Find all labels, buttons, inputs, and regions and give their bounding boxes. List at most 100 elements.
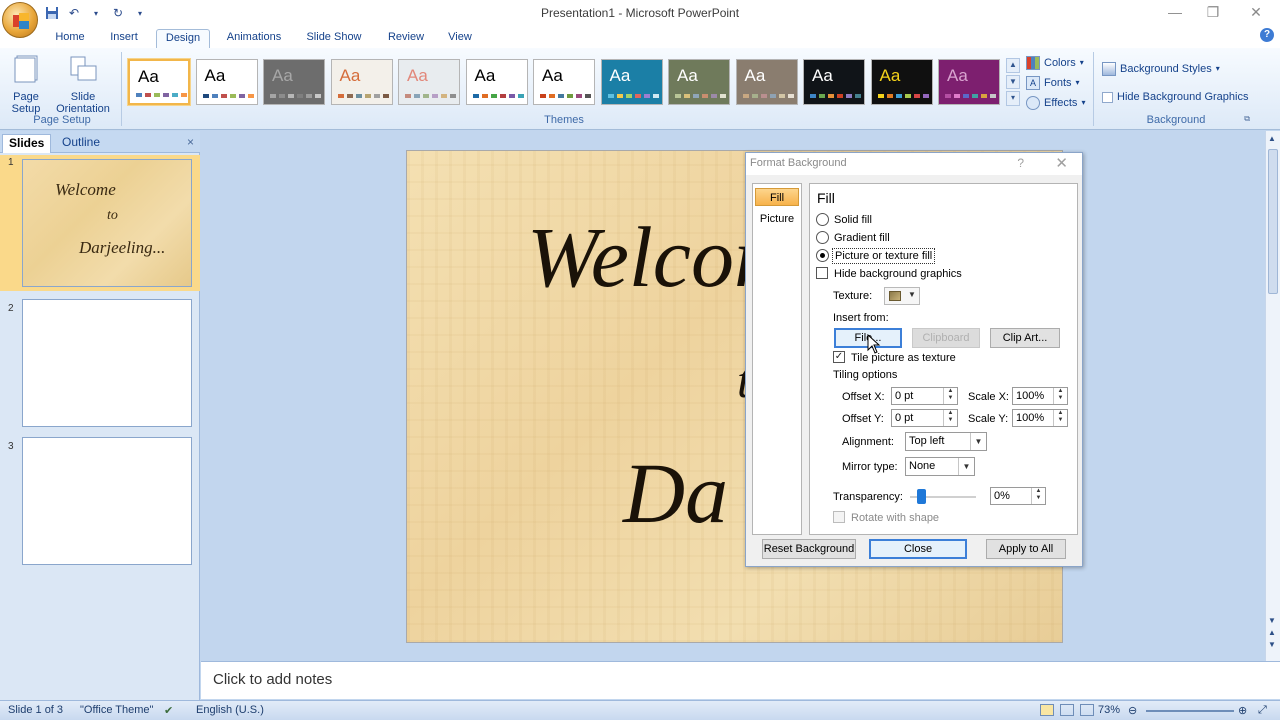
theme-thumbnail[interactable]: Aa — [465, 59, 528, 105]
offset-x-spinner[interactable]: 0 pt ▲ ▼ — [891, 387, 958, 405]
scroll-up-arrow-icon[interactable]: ▲ — [1268, 134, 1276, 143]
reset-background-button[interactable]: Reset Background — [762, 539, 856, 559]
colors-button[interactable]: Colors ▾ — [1026, 54, 1084, 72]
slide-thumbnail-1[interactable]: Welcome to Darjeeling... — [22, 159, 192, 287]
tab-outline[interactable]: Outline — [56, 134, 106, 153]
office-button[interactable] — [2, 2, 38, 38]
slide-text-line[interactable]: Da — [623, 443, 728, 543]
gradient-fill-label[interactable]: Gradient fill — [834, 232, 890, 244]
tab-view[interactable]: View — [440, 29, 480, 48]
texture-picker[interactable]: ▼ — [884, 287, 920, 305]
theme-thumbnail[interactable]: Aa — [128, 59, 190, 105]
slide-thumbnail-row-1[interactable]: 1 Welcome to Darjeeling... — [0, 155, 200, 291]
offset-x-value[interactable]: 0 pt — [895, 390, 913, 402]
previous-slide-icon[interactable]: ▲ — [1268, 628, 1276, 637]
tab-insert[interactable]: Insert — [102, 29, 146, 48]
transparency-slider-thumb[interactable] — [917, 489, 926, 504]
zoom-in-icon[interactable]: ⊕ — [1238, 704, 1247, 717]
zoom-level[interactable]: 73% — [1098, 704, 1120, 716]
nav-fill[interactable]: Fill — [755, 188, 799, 206]
clip-art-button[interactable]: Clip Art... — [990, 328, 1060, 348]
language-status[interactable]: English (U.S.) — [196, 704, 264, 716]
scale-y-value[interactable]: 100% — [1016, 412, 1044, 424]
theme-thumbnail[interactable]: Aa — [938, 59, 1000, 105]
more-icon[interactable]: ▾ — [1006, 91, 1020, 107]
vertical-scrollbar[interactable]: ▲ ▼ ▲ ▼ — [1265, 131, 1280, 661]
hide-graphics-label[interactable]: Hide background graphics — [834, 268, 962, 280]
spinner-arrows-icon[interactable]: ▲ ▼ — [1031, 488, 1045, 504]
theme-thumbnail[interactable]: Aa — [533, 59, 595, 105]
nav-picture[interactable]: Picture — [755, 210, 799, 228]
scroll-down-arrow-icon[interactable]: ▼ — [1268, 616, 1276, 625]
slide-thumbnail-2[interactable] — [22, 299, 192, 427]
normal-view-icon[interactable] — [1040, 704, 1054, 716]
notes-pane[interactable]: Click to add notes — [201, 661, 1280, 699]
theme-thumbnail[interactable]: Aa — [870, 59, 933, 105]
spellcheck-icon[interactable]: ✔ — [164, 704, 173, 717]
tab-slides[interactable]: Slides — [2, 134, 52, 153]
scale-x-spinner[interactable]: 100% ▲ ▼ — [1012, 387, 1068, 405]
theme-thumbnail[interactable]: Aa — [330, 59, 393, 105]
slide-sorter-icon[interactable] — [1060, 704, 1074, 716]
theme-thumbnail[interactable]: Aa — [735, 59, 798, 105]
fonts-button[interactable]: A Fonts ▾ — [1026, 74, 1080, 92]
spinner-arrows-icon[interactable]: ▲ ▼ — [943, 388, 957, 404]
background-styles-button[interactable]: Background Styles ▾ — [1102, 60, 1220, 78]
apply-to-all-button[interactable]: Apply to All — [986, 539, 1066, 559]
help-icon[interactable]: ? — [1260, 28, 1274, 42]
mirror-type-value[interactable]: None — [909, 460, 935, 472]
scroll-up-icon[interactable]: ▲ — [1006, 58, 1020, 73]
slide-thumbnail-row-2[interactable]: 2 — [0, 295, 200, 431]
effects-button[interactable]: Effects ▾ — [1026, 94, 1085, 112]
notes-placeholder[interactable]: Click to add notes — [213, 671, 332, 688]
chevron-down-icon[interactable]: ▼ — [970, 433, 986, 450]
theme-thumbnail[interactable]: Aa — [263, 59, 325, 105]
chevron-down-icon[interactable]: ▼ — [958, 458, 974, 475]
fit-slide-icon[interactable]: ⤢ — [1258, 704, 1267, 717]
theme-thumbnail[interactable]: Aa — [398, 59, 460, 105]
dialog-help-icon[interactable]: ? — [1017, 156, 1024, 170]
spinner-arrows-icon[interactable]: ▲ ▼ — [1053, 388, 1067, 404]
dialog-launcher-icon[interactable]: ⧉ — [1244, 114, 1250, 124]
dialog-close-icon[interactable]: ✕ — [1055, 154, 1068, 172]
transparency-spinner[interactable]: 0% ▲ ▼ — [990, 487, 1046, 505]
slide-orientation-button[interactable]: Slide Orientation — [50, 54, 116, 115]
zoom-slider[interactable] — [1146, 710, 1234, 712]
restore-button[interactable]: ❐ — [1193, 2, 1233, 22]
page-setup-button[interactable]: Page Setup — [6, 54, 46, 115]
offset-y-spinner[interactable]: 0 pt ▲ ▼ — [891, 409, 958, 427]
picture-fill-radio[interactable] — [816, 249, 829, 262]
theme-thumbnail[interactable]: Aa — [668, 59, 730, 105]
spinner-arrows-icon[interactable]: ▲ ▼ — [943, 410, 957, 426]
close-button[interactable]: Close — [869, 539, 967, 559]
mirror-type-select[interactable]: None ▼ — [905, 457, 975, 476]
tab-review[interactable]: Review — [380, 29, 432, 48]
hide-graphics-checkbox[interactable] — [816, 267, 828, 279]
zoom-out-icon[interactable]: ⊖ — [1128, 704, 1137, 717]
tab-design[interactable]: Design — [156, 29, 210, 48]
alignment-select[interactable]: Top left ▼ — [905, 432, 987, 451]
rotate-with-shape-checkbox[interactable] — [833, 511, 845, 523]
theme-thumbnail[interactable]: Aa — [803, 59, 865, 105]
offset-y-value[interactable]: 0 pt — [895, 412, 913, 424]
transparency-value[interactable]: 0% — [994, 490, 1010, 502]
close-pane-icon[interactable]: × — [187, 135, 194, 149]
tile-checkbox[interactable]: ✓ — [833, 351, 845, 363]
scrollbar-thumb[interactable] — [1268, 149, 1278, 294]
clipboard-button[interactable]: Clipboard — [912, 328, 980, 348]
slide-show-icon[interactable] — [1080, 704, 1094, 716]
theme-thumbnail[interactable]: Aa — [195, 59, 258, 105]
picture-fill-label[interactable]: Picture or texture fill — [832, 248, 936, 264]
hide-background-graphics-check[interactable] — [1102, 91, 1113, 103]
alignment-value[interactable]: Top left — [909, 435, 944, 447]
gradient-fill-radio[interactable] — [816, 231, 829, 244]
scroll-down-icon[interactable]: ▼ — [1006, 74, 1020, 90]
slide-thumbnail-row-3[interactable]: 3 — [0, 433, 200, 569]
theme-status[interactable]: "Office Theme" — [80, 704, 153, 716]
hide-background-graphics-checkbox[interactable]: Hide Background Graphics — [1102, 88, 1248, 106]
tab-home[interactable]: Home — [48, 29, 92, 48]
solid-fill-label[interactable]: Solid fill — [834, 214, 872, 226]
minimize-button[interactable]: — — [1155, 2, 1195, 22]
tab-slide-show[interactable]: Slide Show — [300, 29, 368, 48]
solid-fill-radio[interactable] — [816, 213, 829, 226]
